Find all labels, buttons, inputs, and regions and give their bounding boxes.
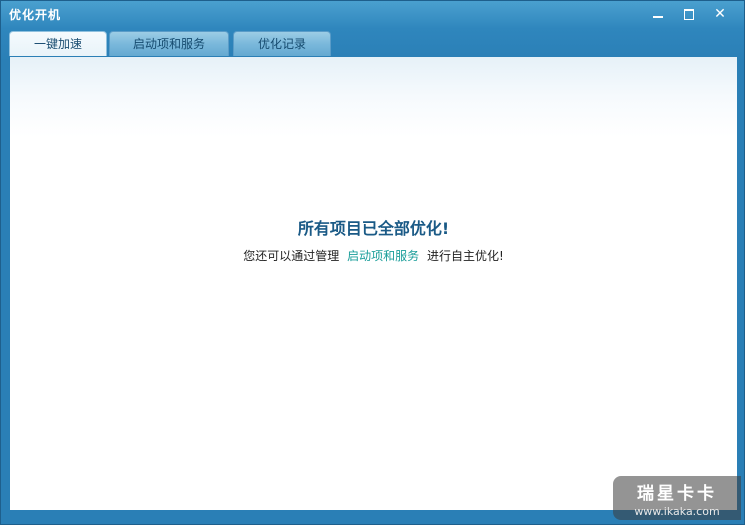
app-window: 优化开机 ✕ 一键加速 启动项和服务 优化记录 所有项目已全部优化! 您还可以通… (0, 0, 745, 525)
minimize-button[interactable] (647, 5, 669, 23)
minimize-icon (653, 16, 663, 18)
tab-label: 优化记录 (257, 37, 306, 51)
close-icon: ✕ (714, 6, 726, 22)
tab-one-click-speedup[interactable]: 一键加速 (9, 31, 107, 57)
maximize-icon (684, 9, 694, 20)
tab-label: 启动项和服务 (132, 37, 205, 51)
watermark-logo: 瑞星卡卡 www.ikaka.com (613, 476, 741, 520)
subline-prefix: 您还可以通过管理 (243, 249, 340, 263)
title-bar[interactable]: 优化开机 ✕ (1, 1, 744, 27)
status-subline: 您还可以通过管理 启动项和服务 进行自主优化! (10, 247, 737, 264)
maximize-button[interactable] (678, 5, 700, 23)
tab-startup-and-services[interactable]: 启动项和服务 (109, 31, 229, 56)
tab-optimization-log[interactable]: 优化记录 (233, 31, 331, 56)
status-headline: 所有项目已全部优化! (297, 219, 450, 238)
window-title: 优化开机 (9, 8, 62, 22)
watermark-url: www.ikaka.com (634, 505, 720, 518)
subline-suffix: 进行自主优化! (426, 249, 504, 263)
watermark-brand: 瑞星卡卡 (637, 484, 717, 504)
startup-services-link[interactable]: 启动项和服务 (347, 249, 419, 263)
content-panel: 所有项目已全部优化! 您还可以通过管理 启动项和服务 进行自主优化! (9, 56, 738, 511)
tab-label: 一键加速 (33, 37, 82, 51)
close-button[interactable]: ✕ (709, 5, 731, 23)
